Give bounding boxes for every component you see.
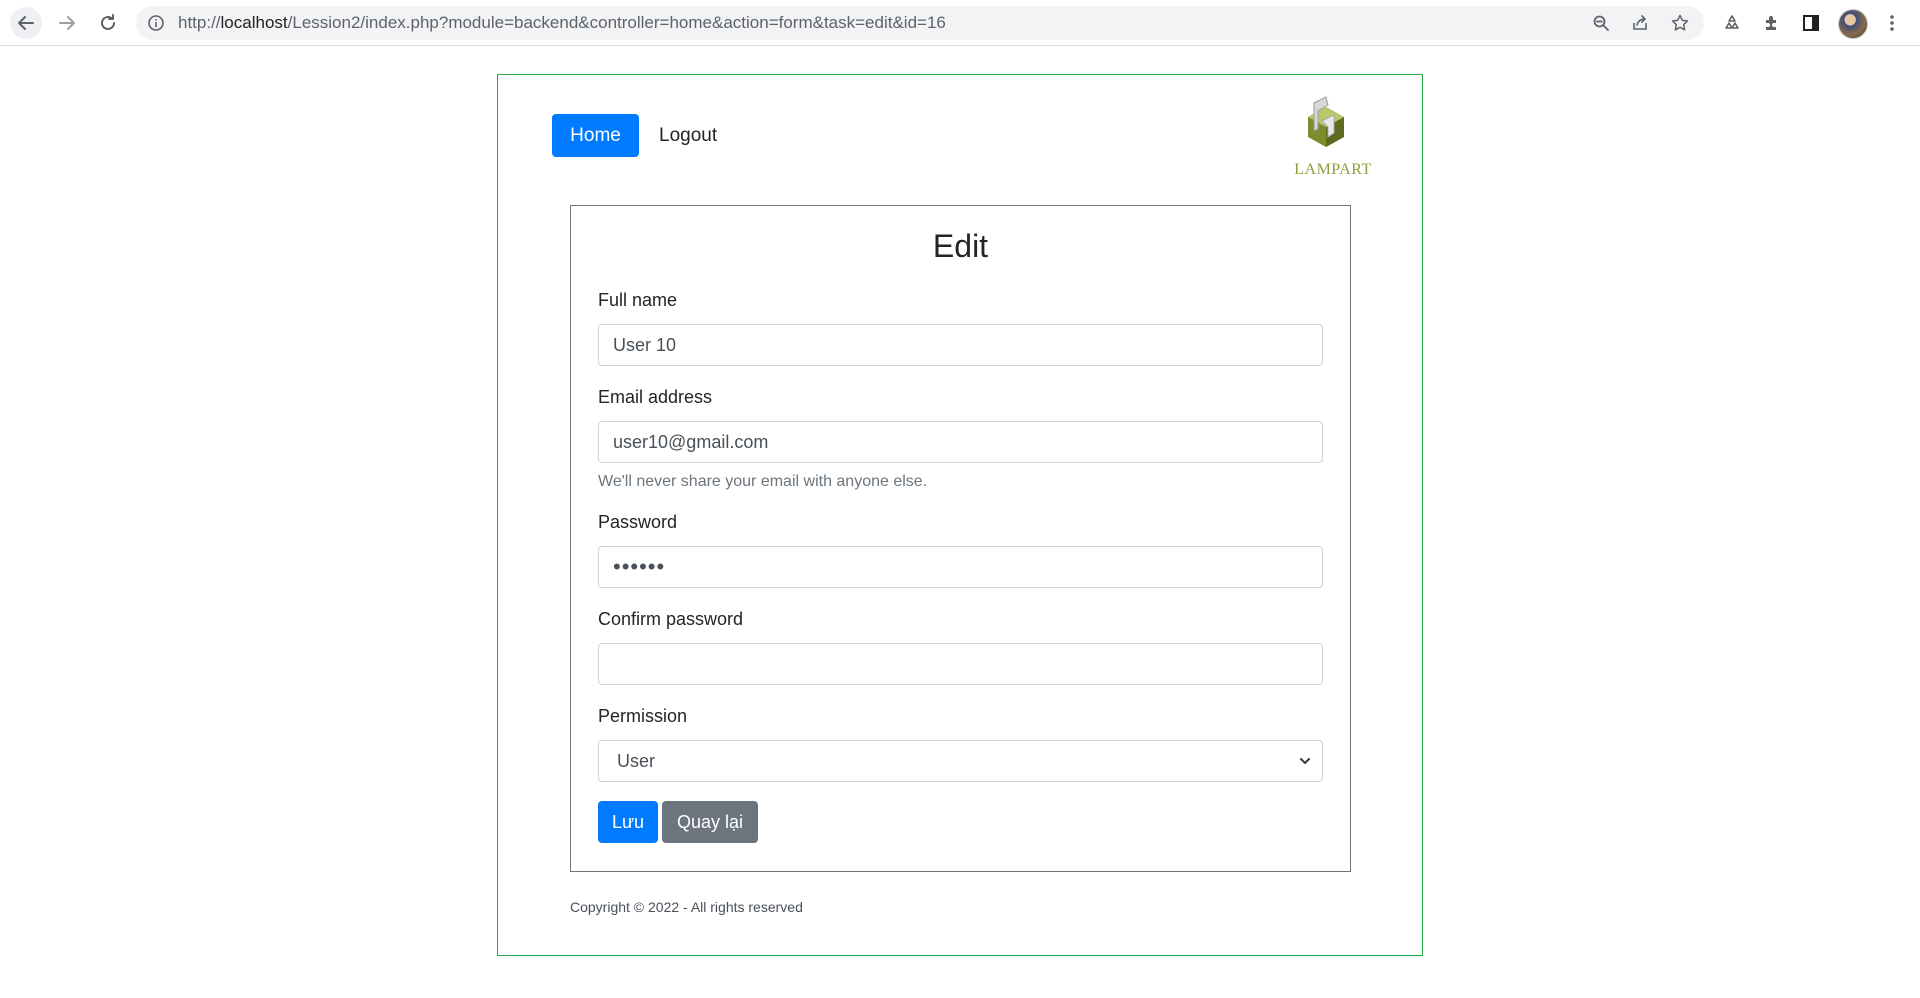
password-input[interactable]: •••••• [598, 546, 1323, 588]
footer-copyright: Copyright © 2022 - All rights reserved [570, 899, 803, 915]
url-host: localhost [220, 13, 288, 32]
url-scheme: http:// [178, 13, 221, 32]
email-help-text: We'll never share your email with anyone… [598, 473, 928, 490]
confirm-password-input[interactable] [598, 643, 1323, 685]
extensions-icon[interactable] [1760, 11, 1784, 35]
menu-dots-icon[interactable] [1880, 11, 1904, 35]
reload-icon [101, 14, 115, 30]
form-title: Edit [932, 228, 989, 264]
password-label: Password [598, 512, 678, 532]
lampart-logo[interactable]: LAMPART [1288, 93, 1378, 183]
fullname-input[interactable]: User 10 [598, 324, 1323, 366]
chevron-down-icon [1300, 758, 1310, 764]
permission-label: Permission [598, 706, 688, 726]
star-icon[interactable] [1671, 14, 1689, 32]
logo-mark-icon [1308, 96, 1344, 147]
fullname-label: Full name [598, 290, 678, 310]
permission-select[interactable]: User [598, 740, 1323, 782]
logout-link[interactable]: Logout [659, 114, 717, 157]
email-label: Email address [598, 387, 713, 407]
back-button[interactable] [10, 7, 42, 39]
url-path: /Lession2/index.php?module=backend&contr… [287, 13, 946, 32]
forward-button[interactable] [51, 7, 83, 39]
home-button[interactable]: Home [552, 114, 639, 157]
back-to-list-button[interactable]: Quay lại [662, 801, 758, 843]
arrow-left-icon [18, 16, 34, 30]
address-bar[interactable]: http://localhost/Lession2/index.php?modu… [136, 6, 1704, 40]
zoom-icon[interactable] [1592, 14, 1610, 32]
page-container: Home Logout LAMPART Edit Full name User … [497, 74, 1423, 956]
url-text[interactable]: http://localhost/Lession2/index.php?modu… [178, 6, 946, 40]
permission-selected-value: User [617, 751, 656, 771]
arrow-right-icon [59, 16, 75, 30]
info-icon[interactable] [147, 14, 165, 32]
email-input[interactable]: user10@gmail.com [598, 421, 1323, 463]
edit-form-card: Edit Full name User 10 Email address use… [570, 205, 1351, 872]
logo-text: LAMPART [1294, 161, 1372, 178]
confirm-password-label: Confirm password [598, 609, 744, 629]
profile-avatar[interactable] [1838, 9, 1868, 39]
share-icon[interactable] [1631, 14, 1649, 32]
side-panel-icon[interactable] [1799, 11, 1823, 35]
save-button[interactable]: Lưu [598, 801, 658, 843]
reload-button[interactable] [92, 7, 124, 39]
recycle-icon[interactable] [1720, 11, 1744, 35]
browser-toolbar: http://localhost/Lession2/index.php?modu… [0, 0, 1920, 46]
